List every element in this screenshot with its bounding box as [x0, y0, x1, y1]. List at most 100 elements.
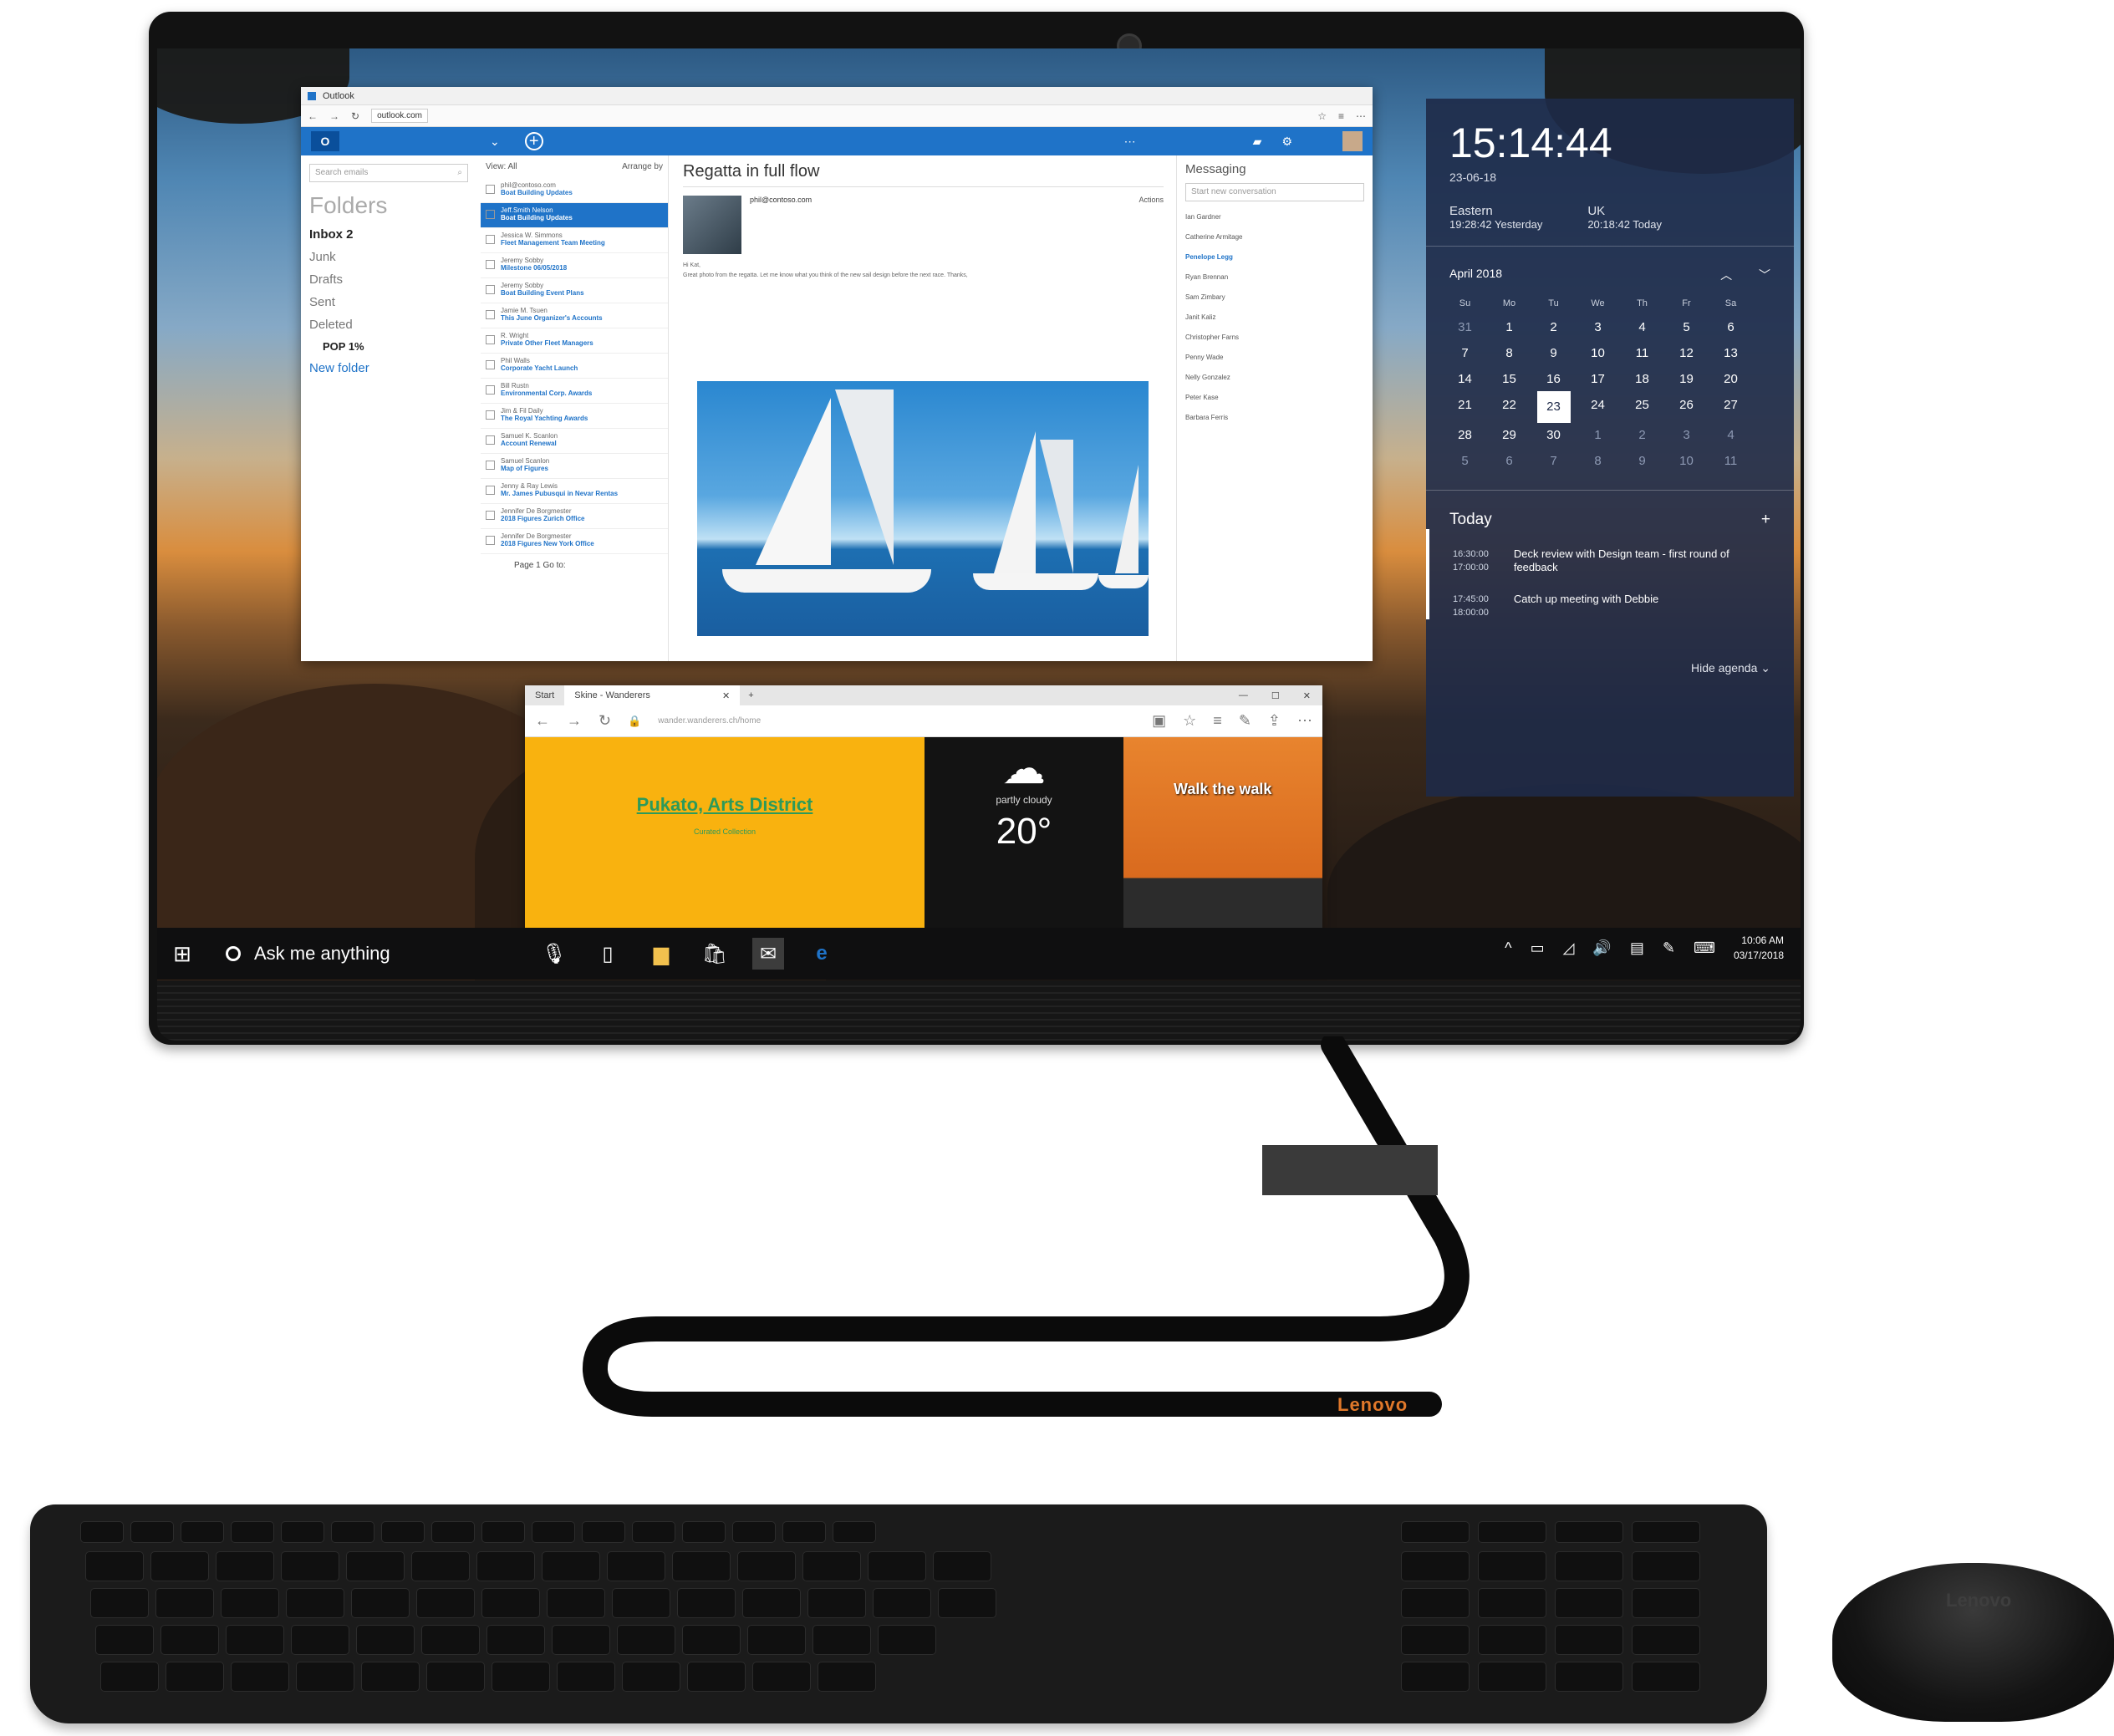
- message-row[interactable]: Jeremy Sobby Milestone 06/05/2018: [481, 253, 668, 278]
- mail-icon[interactable]: ✉: [752, 938, 784, 970]
- arts-district-panel[interactable]: Pukato, Arts District Curated Collection: [525, 737, 925, 939]
- tab-start[interactable]: Start: [525, 687, 564, 704]
- actions-menu[interactable]: Actions: [1139, 196, 1164, 254]
- calendar-day[interactable]: 11: [1620, 346, 1664, 360]
- keyboard-key[interactable]: [687, 1662, 746, 1692]
- back-icon[interactable]: ←: [535, 712, 550, 730]
- contact-item[interactable]: Janit Kaliz: [1185, 313, 1364, 322]
- more-icon[interactable]: ⋯: [1124, 135, 1136, 149]
- message-checkbox[interactable]: [486, 360, 495, 369]
- favorite-star-icon[interactable]: ☆: [1183, 712, 1196, 730]
- agenda-event[interactable]: 17:45:00 18:00:00 Catch up meeting with D…: [1426, 574, 1794, 619]
- calendar-day[interactable]: 28: [1443, 428, 1487, 442]
- keyboard-key[interactable]: [481, 1521, 525, 1543]
- keyboard-key[interactable]: [938, 1588, 996, 1618]
- keyboard-key[interactable]: [411, 1551, 470, 1581]
- keyboard-key[interactable]: [381, 1521, 425, 1543]
- calendar-day[interactable]: 3: [1576, 320, 1620, 334]
- calendar-day[interactable]: 15: [1487, 372, 1531, 386]
- url-field[interactable]: outlook.com: [371, 109, 428, 123]
- numpad-key[interactable]: [1478, 1662, 1546, 1692]
- message-row[interactable]: Jamie M. Tsuen This June Organizer's Acco…: [481, 303, 668, 328]
- url-field[interactable]: wander.wanderers.ch/home: [658, 716, 761, 725]
- keyboard-key[interactable]: [607, 1551, 665, 1581]
- message-checkbox[interactable]: [486, 285, 495, 294]
- keyboard-key[interactable]: [426, 1662, 485, 1692]
- hide-agenda-button[interactable]: Hide agenda ⌄: [1426, 619, 1794, 675]
- calendar-day[interactable]: 2: [1531, 320, 1576, 334]
- keyboard-key[interactable]: [286, 1588, 344, 1618]
- numpad-key[interactable]: [1632, 1662, 1700, 1692]
- message-checkbox[interactable]: [486, 435, 495, 445]
- keyboard-key[interactable]: [672, 1551, 731, 1581]
- message-checkbox[interactable]: [486, 511, 495, 520]
- keyboard-key[interactable]: [622, 1662, 680, 1692]
- keyboard-key[interactable]: [331, 1521, 374, 1543]
- more-icon[interactable]: ⋯: [1356, 110, 1366, 122]
- action-center-icon[interactable]: ▤: [1630, 939, 1644, 957]
- keyboard-key[interactable]: [632, 1521, 675, 1543]
- calendar-day[interactable]: 12: [1664, 346, 1709, 360]
- walk-panel[interactable]: Walk the walk: [1123, 737, 1322, 939]
- contact-item[interactable]: Peter Kase: [1185, 394, 1364, 402]
- calendar-day[interactable]: 13: [1709, 346, 1753, 360]
- calendar-day[interactable]: 24: [1576, 398, 1620, 416]
- calendar-day[interactable]: 16: [1531, 372, 1576, 386]
- keyboard-key[interactable]: [85, 1551, 144, 1581]
- keyboard-key[interactable]: [291, 1625, 349, 1655]
- calendar-day[interactable]: 9: [1620, 454, 1664, 468]
- numpad-key[interactable]: [1478, 1551, 1546, 1581]
- folder-pop[interactable]: POP 1%: [309, 340, 468, 353]
- calendar-day[interactable]: 8: [1487, 346, 1531, 360]
- message-row[interactable]: Phil Walls Corporate Yacht Launch: [481, 354, 668, 379]
- keyboard-key[interactable]: [677, 1588, 736, 1618]
- keyboard-key[interactable]: [682, 1625, 741, 1655]
- keyboard-key[interactable]: [582, 1521, 625, 1543]
- message-checkbox[interactable]: [486, 536, 495, 545]
- keyboard-key[interactable]: [421, 1625, 480, 1655]
- keyboard-key[interactable]: [557, 1662, 615, 1692]
- keyboard-key[interactable]: [873, 1588, 931, 1618]
- keyboard-key[interactable]: [868, 1551, 926, 1581]
- message-checkbox[interactable]: [486, 185, 495, 194]
- keyboard-key[interactable]: [532, 1521, 575, 1543]
- contact-item[interactable]: Catherine Armitage: [1185, 233, 1364, 242]
- mouse[interactable]: [1832, 1563, 2114, 1722]
- tab-wanderers[interactable]: Skine - Wanderers ✕: [564, 685, 741, 705]
- keyboard-key[interactable]: [752, 1662, 811, 1692]
- calendar-day[interactable]: 3: [1664, 428, 1709, 442]
- calendar-day[interactable]: 11: [1709, 454, 1753, 468]
- numpad-key[interactable]: [1632, 1551, 1700, 1581]
- message-checkbox[interactable]: [486, 260, 495, 269]
- keyboard-key[interactable]: [812, 1625, 871, 1655]
- message-row[interactable]: Samuel K. Scanlon Account Renewal: [481, 429, 668, 454]
- pager[interactable]: Page 1 Go to:: [481, 554, 668, 577]
- new-tab-plus-icon[interactable]: +: [740, 690, 753, 700]
- calendar-day[interactable]: 7: [1443, 346, 1487, 360]
- numpad-key[interactable]: [1555, 1662, 1623, 1692]
- network-icon[interactable]: ◿: [1563, 939, 1575, 957]
- message-row[interactable]: Jennifer De Borgmester 2018 Figures Zuric…: [481, 504, 668, 529]
- calendar-day[interactable]: 27: [1709, 398, 1753, 416]
- search-input[interactable]: Search emails ⌕: [309, 164, 468, 182]
- calendar-day[interactable]: 5: [1443, 454, 1487, 468]
- keyboard-key[interactable]: [216, 1551, 274, 1581]
- battery-icon[interactable]: ▭: [1531, 939, 1545, 957]
- calendar-day[interactable]: 30: [1531, 428, 1576, 442]
- numpad-key[interactable]: [1401, 1521, 1470, 1543]
- message-row[interactable]: Samuel Scanlon Map of Figures: [481, 454, 668, 479]
- windows-start-icon[interactable]: ⊞: [157, 941, 207, 967]
- keyboard-key[interactable]: [481, 1588, 540, 1618]
- keyboard-key[interactable]: [682, 1521, 726, 1543]
- notes-pen-icon[interactable]: ✎: [1239, 712, 1251, 730]
- contact-item[interactable]: Ryan Brennan: [1185, 273, 1364, 282]
- keyboard-key[interactable]: [782, 1521, 826, 1543]
- folder-inbox[interactable]: Inbox 2: [309, 227, 468, 242]
- calendar-day[interactable]: 31: [1443, 320, 1487, 334]
- message-row[interactable]: Jeremy Sobby Boat Building Event Plans: [481, 278, 668, 303]
- cortana-search-box[interactable]: Ask me anything: [207, 943, 538, 965]
- arts-district-heading[interactable]: Pukato, Arts District: [525, 794, 925, 816]
- calendar-day[interactable]: 21: [1443, 398, 1487, 416]
- message-checkbox[interactable]: [486, 235, 495, 244]
- keyboard-key[interactable]: [231, 1521, 274, 1543]
